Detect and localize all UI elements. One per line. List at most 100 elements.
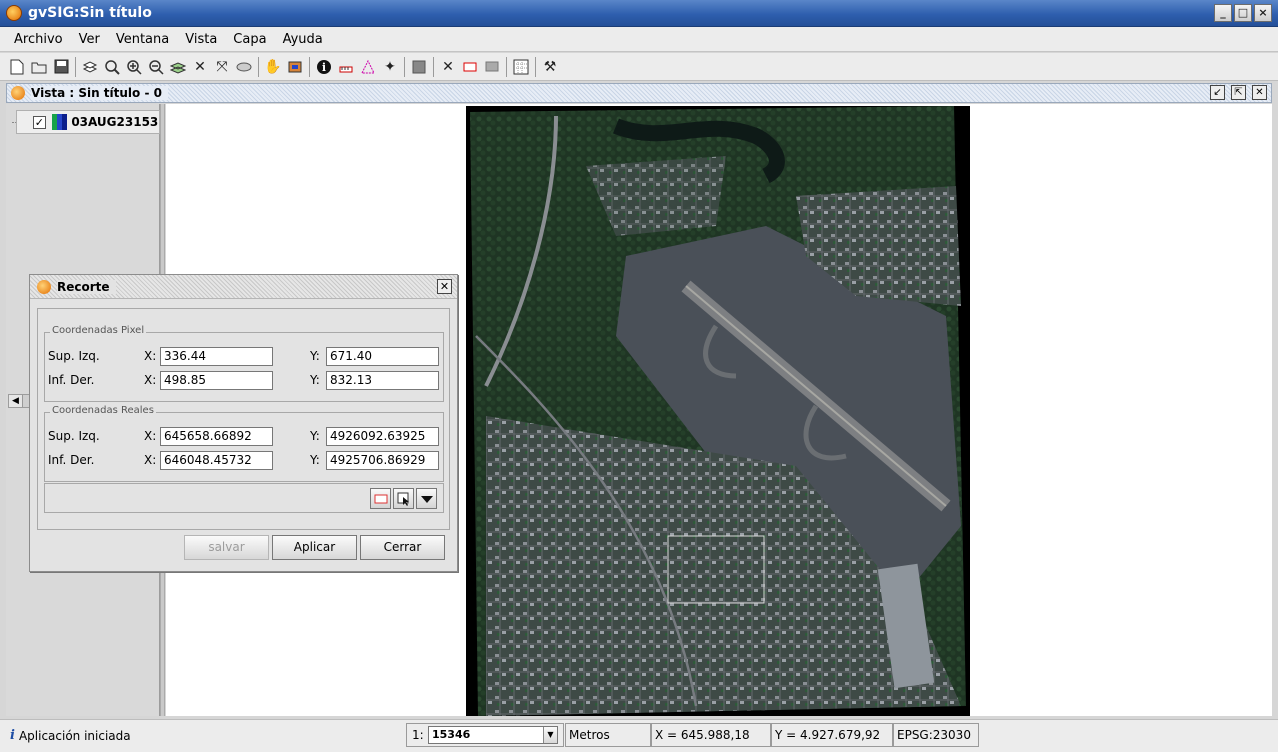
gray-window-icon[interactable] xyxy=(481,56,503,78)
dialog-icon xyxy=(37,279,51,294)
scroll-left-icon[interactable]: ◀ xyxy=(9,395,23,407)
view-close-button[interactable]: ✕ xyxy=(1252,85,1267,100)
toolbar-separator xyxy=(404,56,405,77)
real-sup-x-input[interactable] xyxy=(160,426,273,446)
satellite-raster-drawing xyxy=(466,106,970,716)
pixel-inf-y-input[interactable] xyxy=(326,370,439,390)
real-group-label: Coordenadas Reales xyxy=(50,405,156,416)
zoom-pan-icon[interactable] xyxy=(101,56,123,78)
toolbar-separator xyxy=(258,56,259,77)
tools-icon[interactable]: ⚒ xyxy=(539,56,561,78)
menu-archivo[interactable]: Archivo xyxy=(0,32,71,47)
menu-vista[interactable]: Vista xyxy=(177,32,225,47)
menu-ver[interactable]: Ver xyxy=(71,32,108,47)
real-sup-y-input[interactable] xyxy=(326,426,439,446)
raster-layer-icon xyxy=(51,114,68,130)
maximize-button[interactable]: □ xyxy=(1234,4,1252,22)
recorte-dialog: Recorte ✕ Coordenadas Pixel Sup. Izq. X:… xyxy=(29,274,458,572)
window-title: gvSIG:Sin título xyxy=(28,5,152,21)
apply-button[interactable]: Aplicar xyxy=(272,535,357,560)
scale-combobox[interactable]: 15346 ▼ xyxy=(428,726,558,744)
x-label: X: xyxy=(144,373,157,387)
menu-ventana[interactable]: Ventana xyxy=(108,32,177,47)
sup-label: Sup. Izq. xyxy=(48,349,100,363)
selection-tools-row xyxy=(44,483,444,513)
units-field: Metros xyxy=(565,723,651,747)
toolbar-separator xyxy=(309,56,310,77)
pixel-inf-x-input[interactable] xyxy=(160,370,273,390)
y-coordinate-field: Y = 4.927.679,92 xyxy=(771,723,893,747)
close-window-button[interactable]: × xyxy=(1254,4,1272,22)
pixel-coordinates-group: Coordenadas Pixel Sup. Izq. X: Y: Inf. D… xyxy=(44,325,444,402)
dialog-title: Recorte xyxy=(57,279,116,294)
toolbar-separator xyxy=(433,56,434,77)
menu-capa[interactable]: Capa xyxy=(225,32,274,47)
real-sup-row: Sup. Izq. X: Y: xyxy=(48,426,444,446)
dialog-title-bar[interactable]: Recorte ✕ xyxy=(30,275,457,299)
toolbar-separator xyxy=(75,56,76,77)
measure-icon[interactable] xyxy=(335,56,357,78)
scale-value: 15346 xyxy=(432,728,471,741)
chevron-down-icon[interactable]: ▼ xyxy=(543,727,557,743)
minimize-button[interactable]: _ xyxy=(1214,4,1232,22)
x-coordinate-field: X = 645.988,18 xyxy=(651,723,771,747)
selection-tools xyxy=(370,488,437,509)
save-button[interactable]: salvar xyxy=(184,535,269,560)
rectangle-icon[interactable] xyxy=(459,56,481,78)
gray-square-icon[interactable] xyxy=(408,56,430,78)
zoom-in-icon[interactable] xyxy=(123,56,145,78)
previous-zoom-icon[interactable] xyxy=(233,56,255,78)
zoom-out-icon[interactable] xyxy=(145,56,167,78)
options-dropdown-icon[interactable] xyxy=(416,488,437,509)
pixel-inf-row: Inf. Der. X: Y: xyxy=(48,370,444,390)
real-coordinates-group: Coordenadas Reales Sup. Izq. X: Y: Inf. … xyxy=(44,405,444,482)
view-title: Vista : Sin título - 0 xyxy=(31,86,168,100)
sup-label: Sup. Izq. xyxy=(48,429,100,443)
x-label: X: xyxy=(144,349,157,363)
toolbar-separator xyxy=(535,56,536,77)
view-minimize-button[interactable]: ↙ xyxy=(1210,85,1225,100)
zoom-extent-icon[interactable]: ⤧ xyxy=(211,56,233,78)
dialog-close-button[interactable]: ✕ xyxy=(437,279,452,294)
layer-item[interactable]: ✓ 03AUG23153316 xyxy=(16,110,160,134)
dialog-body: Coordenadas Pixel Sup. Izq. X: Y: Inf. D… xyxy=(37,308,450,530)
pointer-select-icon[interactable] xyxy=(393,488,414,509)
layer-icon[interactable] xyxy=(79,56,101,78)
menu-ayuda[interactable]: Ayuda xyxy=(275,32,331,47)
window-controls: _ □ × xyxy=(1214,4,1272,22)
view-restore-button[interactable]: ⇱ xyxy=(1231,85,1246,100)
point-icon[interactable]: ✦ xyxy=(379,56,401,78)
grid-icon[interactable] xyxy=(510,56,532,78)
save-icon[interactable] xyxy=(50,56,72,78)
inf-label: Inf. Der. xyxy=(48,453,95,467)
y-label: Y: xyxy=(310,349,320,363)
pixel-group-label: Coordenadas Pixel xyxy=(50,325,147,336)
view-controls: ↙ ⇱ ✕ xyxy=(1210,85,1267,100)
satellite-image xyxy=(466,106,970,716)
svg-text:i: i xyxy=(322,61,326,74)
real-inf-x-input[interactable] xyxy=(160,450,273,470)
open-icon[interactable] xyxy=(28,56,50,78)
view-icon xyxy=(11,86,25,100)
y-label: Y: xyxy=(310,453,320,467)
pixel-sup-x-input[interactable] xyxy=(160,346,273,366)
layers-icon[interactable] xyxy=(167,56,189,78)
status-bar: i Aplicación iniciada 1: 15346 ▼ Metros … xyxy=(0,719,1278,752)
area-icon[interactable] xyxy=(357,56,379,78)
zoom-select-icon[interactable]: ✕ xyxy=(437,56,459,78)
real-inf-y-input[interactable] xyxy=(326,450,439,470)
hand-icon[interactable]: ✋ xyxy=(262,56,284,78)
scale-prefix: 1: xyxy=(412,728,424,742)
new-icon[interactable] xyxy=(6,56,28,78)
info-status-icon: i xyxy=(10,728,15,743)
zoom-full-icon[interactable]: ✕ xyxy=(189,56,211,78)
pixel-sup-y-input[interactable] xyxy=(326,346,439,366)
rectangle-select-icon[interactable] xyxy=(370,488,391,509)
epsg-field: EPSG:23030 xyxy=(893,723,979,747)
info-icon[interactable]: i xyxy=(313,56,335,78)
close-button[interactable]: Cerrar xyxy=(360,535,445,560)
status-message-area: i Aplicación iniciada xyxy=(10,728,131,743)
select-icon[interactable] xyxy=(284,56,306,78)
layer-visibility-checkbox[interactable]: ✓ xyxy=(33,115,46,129)
toolbar-separator xyxy=(506,56,507,77)
